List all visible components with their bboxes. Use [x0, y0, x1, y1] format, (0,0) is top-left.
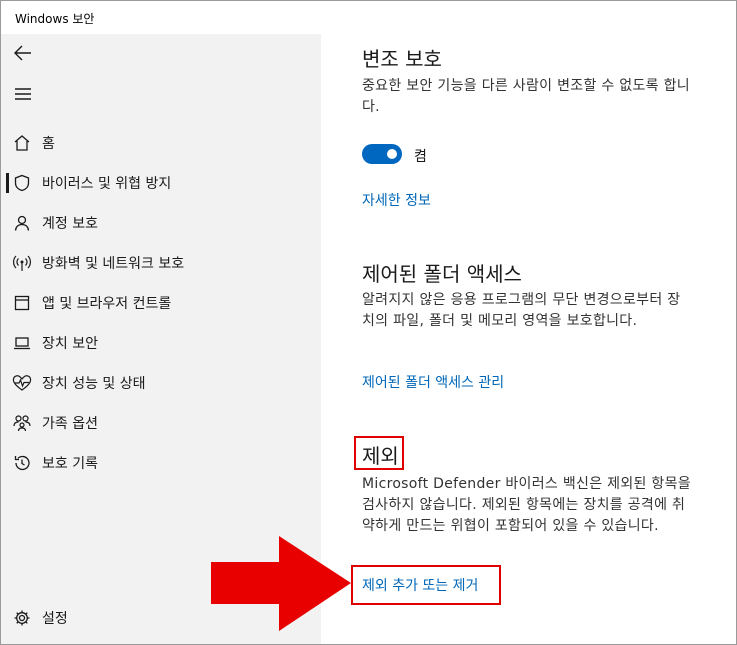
back-button[interactable] [9, 39, 37, 67]
add-or-remove-exclusions-link[interactable]: 제외 추가 또는 제거 [362, 575, 478, 595]
shield-icon [12, 173, 32, 193]
sidebar-item-label: 보호 기록 [42, 456, 98, 472]
exclusions-description: Microsoft Defender 바이러스 백신은 제외된 항목을 검사하지… [362, 476, 691, 534]
sidebar-item-label: 가족 옵션 [42, 416, 98, 432]
sidebar-item-label: 앱 및 브라우저 컨트롤 [42, 296, 172, 312]
sidebar-item-protection-history[interactable]: 보호 기록 [1, 444, 321, 482]
sidebar-item-label: 바이러스 및 위협 방지 [42, 176, 172, 192]
toggle-knob [387, 149, 397, 159]
heart-pulse-icon [12, 373, 32, 393]
history-icon [12, 453, 32, 473]
sidebar-item-label: 홈 [42, 136, 55, 152]
sidebar-item-device-performance[interactable]: 장치 성능 및 상태 [1, 364, 321, 402]
sidebar-item-account-protection[interactable]: 계정 보호 [1, 204, 321, 242]
hamburger-menu-icon [15, 88, 31, 100]
person-icon [12, 213, 32, 233]
tamper-protection-toggle[interactable] [362, 144, 402, 164]
wifi-antenna-icon [12, 253, 32, 273]
app-window-icon [12, 293, 32, 313]
sidebar-item-home[interactable]: 홈 [1, 124, 321, 162]
manage-controlled-folder-access-link[interactable]: 제어된 폴더 액세스 관리 [362, 372, 504, 392]
sidebar-item-firewall[interactable]: 방화벽 및 네트워크 보호 [1, 244, 321, 282]
sidebar-item-virus-protection[interactable]: 바이러스 및 위협 방지 [1, 164, 321, 202]
gear-icon [12, 608, 32, 628]
sidebar-item-label: 계정 보호 [42, 216, 98, 232]
window-title: Windows 보안 [15, 12, 95, 26]
family-icon [12, 413, 32, 433]
title-bar: Windows 보안 [1, 1, 736, 34]
tamper-protection-state: 켬 [414, 149, 427, 165]
menu-button[interactable] [9, 80, 37, 108]
exclusions-title: 제외 [362, 444, 399, 468]
selection-indicator [6, 173, 9, 193]
controlled-folder-access-description: 알려지지 않은 응용 프로그램의 무단 변경으로부터 장치의 파일, 폴더 및 … [362, 292, 681, 329]
laptop-icon [12, 333, 32, 353]
learn-more-link[interactable]: 자세한 정보 [362, 190, 431, 210]
tamper-protection-description: 중요한 보안 기능을 다른 사람이 변조할 수 없도록 합니다. [362, 78, 690, 115]
sidebar-item-label: 설정 [42, 611, 68, 627]
main-content: 변조 보호 중요한 보안 기능을 다른 사람이 변조할 수 없도록 합니다. 켬… [321, 34, 736, 644]
sidebar-item-label: 방화벽 및 네트워크 보호 [42, 256, 185, 272]
back-arrow-icon [14, 45, 31, 61]
home-icon [12, 133, 32, 153]
controlled-folder-access-title: 제어된 폴더 액세스 [362, 262, 522, 286]
tamper-protection-title: 변조 보호 [362, 47, 442, 71]
windows-security-window: Windows 보안 홈 바이러스 및 위협 방지 계정 보호 방화벽 및 네트… [0, 0, 737, 645]
sidebar-item-label: 장치 성능 및 상태 [42, 376, 146, 392]
sidebar-item-app-browser-control[interactable]: 앱 및 브라우저 컨트롤 [1, 284, 321, 322]
sidebar-item-family-options[interactable]: 가족 옵션 [1, 404, 321, 442]
sidebar-item-label: 장치 보안 [42, 336, 98, 352]
red-arrow-annotation [211, 536, 351, 631]
sidebar-item-device-security[interactable]: 장치 보안 [1, 324, 321, 362]
